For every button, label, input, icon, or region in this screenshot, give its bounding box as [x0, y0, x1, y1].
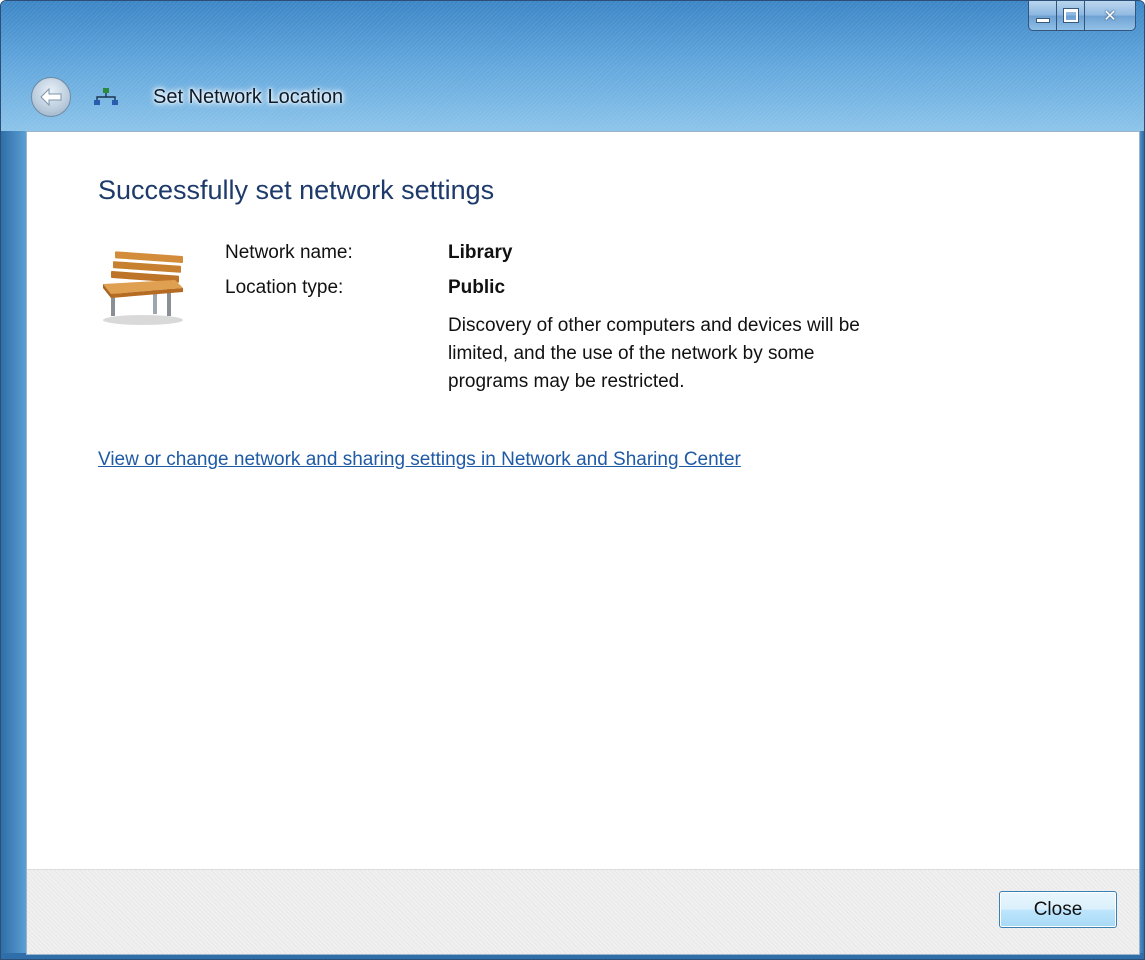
minimize-button[interactable] [1028, 1, 1056, 31]
park-bench-icon [97, 240, 189, 328]
dialog-footer: Close [27, 869, 1139, 954]
window-frame-left [1, 131, 26, 959]
page-heading: Successfully set network settings [98, 175, 495, 205]
close-button[interactable]: Close [999, 891, 1117, 928]
network-icon [93, 87, 119, 107]
network-sharing-center-link[interactable]: View or change network and sharing setti… [98, 449, 741, 471]
close-icon: ✕ [1103, 6, 1117, 25]
caption-buttons: ✕ [1028, 1, 1136, 31]
location-type-label: Location type: [225, 277, 344, 298]
network-name-label: Network name: [225, 242, 353, 263]
back-button[interactable] [31, 77, 71, 117]
location-type-value: Public [448, 277, 506, 298]
maximize-button[interactable] [1056, 1, 1084, 31]
window-title: Set Network Location [153, 85, 344, 108]
close-window-button[interactable]: ✕ [1084, 1, 1136, 31]
dialog-window: ✕ Set Network Location Successfully set … [0, 0, 1145, 960]
location-description: Discovery of other computers and devices… [448, 315, 860, 392]
title-bar: Set Network Location [31, 73, 343, 121]
network-name-value: Library [448, 242, 513, 263]
back-arrow-icon [40, 88, 62, 106]
maximize-icon [1063, 9, 1078, 22]
dialog-content: Successfully set network settings Networ… [26, 131, 1140, 955]
minimize-icon [1035, 18, 1050, 23]
